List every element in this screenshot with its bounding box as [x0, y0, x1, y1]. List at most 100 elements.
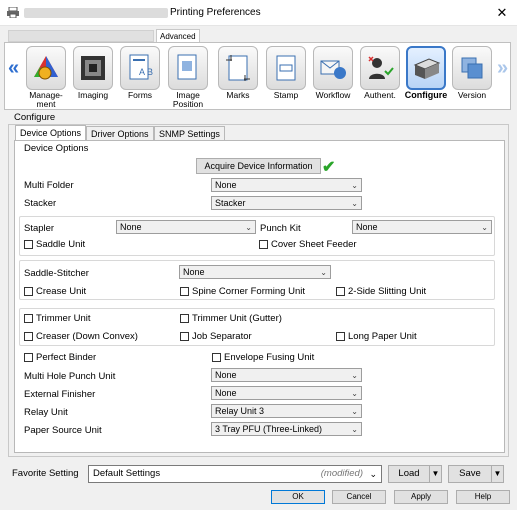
forms-icon: A B — [120, 46, 160, 90]
function-ribbon: « » Manage-ment Imaging A B Forms Image P… — [4, 42, 511, 110]
success-check-icon: ✔ — [322, 159, 336, 176]
apply-button[interactable]: Apply — [394, 490, 448, 504]
stapler-select[interactable]: None ⌄ — [116, 220, 256, 234]
ribbon-tool-image-position[interactable]: Image Position — [165, 46, 211, 110]
chevron-down-icon: ⌄ — [245, 223, 252, 232]
multi-folder-select[interactable]: None ⌄ — [211, 178, 362, 192]
ribbon-tool-stamp[interactable]: Stamp — [263, 46, 309, 110]
ribbon-label: Authent. — [364, 90, 396, 100]
external-finisher-label: External Finisher — [24, 389, 96, 400]
ribbon-label: Forms — [127, 90, 153, 100]
marks-icon — [218, 46, 258, 90]
stacker-select[interactable]: Stacker ⌄ — [211, 196, 362, 210]
configure-icon — [406, 46, 446, 90]
dropdown-arrow-icon[interactable]: ▼ — [491, 466, 503, 482]
redacted-printer-name — [24, 8, 168, 18]
ribbon-label: Workflow — [315, 90, 351, 100]
ribbon-tool-version[interactable]: Version — [449, 46, 495, 110]
crease-unit-checkbox[interactable]: Crease Unit — [24, 286, 86, 297]
chevron-down-icon: ⌄ — [369, 469, 377, 479]
tab-driver-options[interactable]: Driver Options — [86, 126, 154, 141]
ribbon-label: Configure — [404, 90, 448, 100]
save-button[interactable]: Save — [449, 466, 491, 482]
ribbon-tool-authentication[interactable]: Authent. — [357, 46, 403, 110]
ok-button[interactable]: OK — [271, 490, 325, 504]
tab-advanced[interactable]: Advanced — [156, 29, 200, 43]
authentication-icon — [360, 46, 400, 90]
load-button[interactable]: Load — [389, 466, 429, 482]
paper-source-select[interactable]: 3 Tray PFU (Three-Linked) ⌄ — [211, 422, 362, 436]
ribbon-label: Marks — [226, 90, 250, 100]
version-icon — [452, 46, 492, 90]
external-finisher-select[interactable]: None ⌄ — [211, 386, 362, 400]
spine-corner-forming-checkbox[interactable]: Spine Corner Forming Unit — [180, 286, 305, 297]
favorite-setting-label: Favorite Setting — [12, 468, 79, 479]
modified-indicator: (modified) — [320, 468, 363, 479]
acquire-device-info-button[interactable]: Acquire Device Information — [196, 158, 321, 174]
load-split-button[interactable]: Load ▼ — [388, 465, 442, 483]
workflow-icon — [313, 46, 353, 90]
saddle-stitcher-select[interactable]: None ⌄ — [179, 265, 331, 279]
ribbon-label: Imaging — [77, 90, 109, 100]
ribbon-label: Stamp — [273, 90, 299, 100]
chevron-down-icon: ⌄ — [320, 268, 327, 277]
dropdown-arrow-icon[interactable]: ▼ — [429, 466, 441, 482]
ribbon-tool-forms[interactable]: A B Forms — [117, 46, 163, 110]
chevron-down-icon: ⌄ — [351, 425, 358, 434]
envelope-fusing-checkbox[interactable]: Envelope Fusing Unit — [212, 352, 314, 363]
chevron-down-icon: ⌄ — [351, 181, 358, 190]
chevron-down-icon: ⌄ — [351, 389, 358, 398]
long-paper-unit-checkbox[interactable]: Long Paper Unit — [336, 331, 417, 342]
cancel-button[interactable]: Cancel — [332, 490, 386, 504]
ribbon-tool-management[interactable]: Manage-ment — [23, 46, 69, 110]
creaser-checkbox[interactable]: Creaser (Down Convex) — [24, 331, 138, 342]
ribbon-label: Manage-ment — [29, 90, 63, 109]
close-button[interactable]: ✕ — [492, 4, 512, 22]
ribbon-tool-imaging[interactable]: Imaging — [70, 46, 116, 110]
stamp-icon — [266, 46, 306, 90]
scroll-right-arrow-icon[interactable]: » — [497, 57, 508, 80]
trimmer-unit-checkbox[interactable]: Trimmer Unit — [24, 313, 91, 324]
svg-text:A B: A B — [139, 67, 153, 77]
scroll-left-arrow-icon[interactable]: « — [8, 57, 19, 80]
saddle-unit-checkbox[interactable]: Saddle Unit — [24, 239, 85, 250]
window-title: Printing Preferences — [170, 7, 261, 18]
multi-hole-punch-select[interactable]: None ⌄ — [211, 368, 362, 382]
stacker-label: Stacker — [24, 198, 57, 209]
chevron-down-icon: ⌄ — [481, 223, 488, 232]
cover-sheet-feeder-checkbox[interactable]: Cover Sheet Feeder — [259, 239, 357, 250]
job-separator-checkbox[interactable]: Job Separator — [180, 331, 252, 342]
imaging-icon — [73, 46, 113, 90]
two-side-slitting-checkbox[interactable]: 2-Side Slitting Unit — [336, 286, 426, 297]
relay-unit-label: Relay Unit — [24, 407, 68, 418]
title-bar: Printing Preferences ✕ — [0, 0, 517, 26]
multi-hole-punch-label: Multi Hole Punch Unit — [24, 371, 116, 382]
save-split-button[interactable]: Save ▼ — [448, 465, 504, 483]
tab-device-options[interactable]: Device Options — [15, 125, 87, 141]
ribbon-tool-marks[interactable]: Marks — [215, 46, 261, 110]
relay-unit-select[interactable]: Relay Unit 3 ⌄ — [211, 404, 362, 418]
ribbon-tool-workflow[interactable]: Workflow — [310, 46, 356, 110]
configure-group-label: Configure — [14, 112, 56, 123]
perfect-binder-checkbox[interactable]: Perfect Binder — [24, 352, 96, 363]
trimmer-gutter-checkbox[interactable]: Trimmer Unit (Gutter) — [180, 313, 282, 324]
chevron-down-icon: ⌄ — [351, 407, 358, 416]
punch-kit-label: Punch Kit — [260, 223, 301, 234]
ribbon-label: Version — [457, 90, 487, 100]
ribbon-tool-configure[interactable]: Configure — [403, 46, 449, 110]
tab-redacted[interactable] — [8, 30, 154, 42]
paper-source-label: Paper Source Unit — [24, 425, 102, 436]
management-icon — [26, 46, 66, 90]
device-options-group-label: Device Options — [24, 143, 89, 154]
ribbon-label: Image Position — [172, 90, 204, 109]
tab-snmp-settings[interactable]: SNMP Settings — [154, 126, 225, 141]
chevron-down-icon: ⌄ — [351, 199, 358, 208]
printer-icon — [7, 7, 19, 18]
saddle-stitcher-label: Saddle-Stitcher — [24, 268, 89, 279]
punch-kit-select[interactable]: None ⌄ — [352, 220, 492, 234]
help-button[interactable]: Help — [456, 490, 510, 504]
stapler-label: Stapler — [24, 223, 55, 234]
chevron-down-icon: ⌄ — [351, 371, 358, 380]
image-position-icon — [168, 46, 208, 90]
favorite-setting-select[interactable]: Default Settings (modified) ⌄ — [88, 465, 382, 483]
